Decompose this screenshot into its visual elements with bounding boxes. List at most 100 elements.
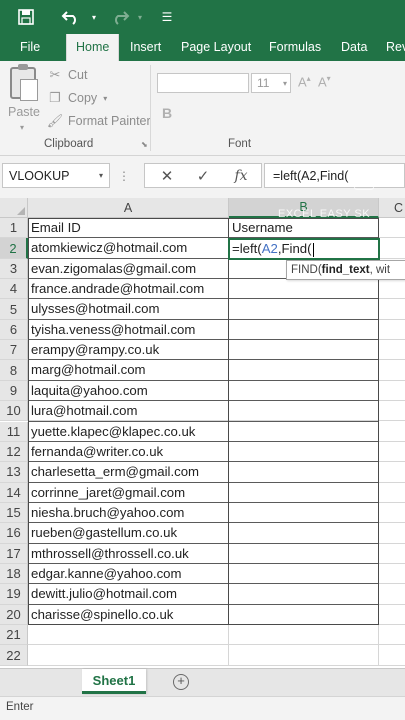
row-header[interactable]: 17 [0,543,28,564]
cell-c-row[interactable] [379,462,405,483]
font-name-field[interactable] [157,73,249,93]
cell-a-row[interactable]: yuette.klapec@klapec.co.uk [28,421,229,442]
row-header[interactable]: 6 [0,319,28,341]
cell-b-row[interactable] [229,279,379,300]
cell-a-row[interactable]: fernanda@writer.co.uk [28,441,229,463]
cell-a-row[interactable]: tyisha.veness@hotmail.com [28,319,229,341]
cell-c-row[interactable] [379,238,405,259]
row-header[interactable]: 16 [0,523,28,544]
paste-dropdown-icon[interactable]: ▾ [20,123,24,132]
formula-input[interactable]: =left(A2,Find( [264,163,405,188]
tab-insert[interactable]: Insert [130,34,161,61]
cell-c-row[interactable] [379,564,405,585]
cell-a-row[interactable]: lura@hotmail.com [28,401,229,422]
row-header[interactable]: 12 [0,441,28,463]
paste-button[interactable]: Paste ▾ [6,64,40,133]
decrease-font-icon[interactable]: A▾ [318,74,331,89]
name-box-dropdown-icon[interactable]: ▾ [99,171,103,180]
cell-a-row[interactable]: corrinne_jaret@gmail.com [28,482,229,503]
tab-home[interactable]: Home [66,34,120,61]
cell-c-row[interactable] [379,483,405,503]
row-header[interactable]: 7 [0,340,28,361]
select-all-button[interactable] [0,198,28,218]
row-header[interactable]: 8 [0,360,28,381]
cell-b-row[interactable] [229,625,379,646]
cell-c-row[interactable] [379,381,405,402]
row-header[interactable]: 3 [0,258,28,280]
cell-a-row[interactable] [28,625,229,646]
cell-a-row[interactable]: charisse@spinello.co.uk [28,604,229,625]
cell-c-row[interactable] [379,442,405,463]
formula-bar-grip-icon[interactable]: ⋮ [118,169,130,183]
cell-b-row[interactable] [229,604,379,625]
row-header[interactable]: 9 [0,380,28,402]
format-painter-button[interactable]: 🖌 Format Painter [46,111,151,131]
cell-c-row[interactable] [379,299,405,320]
redo-icon[interactable] [108,0,132,34]
cell-a-row[interactable]: marg@hotmail.com [28,360,229,381]
cell-b-row[interactable] [229,319,379,341]
column-header-c[interactable]: C [379,198,405,218]
cell-b-row[interactable] [229,523,379,544]
undo-icon[interactable] [58,0,84,34]
tab-file[interactable]: File [20,34,40,61]
cell-a-row[interactable]: erampy@rampy.co.uk [28,340,229,361]
row-header[interactable]: 14 [0,482,28,503]
cell-b-row[interactable]: Username [229,218,379,239]
copy-button[interactable]: ❐ Copy ▾ [46,88,107,108]
active-cell-b2[interactable]: =left(A2,Find( [228,238,380,260]
add-sheet-icon[interactable]: + [173,674,189,690]
row-header[interactable]: 5 [0,299,28,320]
cell-b-row[interactable] [229,421,379,442]
row-header[interactable]: 22 [0,645,28,666]
cell-c-row[interactable] [379,340,405,361]
column-header-a[interactable]: A [28,198,229,218]
cell-b-row[interactable] [229,462,379,483]
cell-c-row[interactable] [379,320,405,341]
customize-quick-access-icon[interactable]: ☰ [158,0,176,34]
insert-function-icon[interactable]: fx [227,164,255,187]
cell-a-row[interactable]: atomkiewicz@hotmail.com [28,238,229,259]
cell-b-row[interactable] [229,482,379,503]
row-header[interactable]: 18 [0,563,28,585]
cell-b-row[interactable] [229,543,379,564]
row-header[interactable]: 13 [0,462,28,483]
font-size-dropdown-icon[interactable]: ▾ [283,79,287,88]
cell-c-row[interactable] [379,523,405,544]
cell-c-row[interactable] [379,605,405,625]
cell-c-row[interactable] [379,401,405,422]
cell-a-row[interactable] [28,645,229,666]
cell-a-row[interactable]: laquita@yahoo.com [28,380,229,402]
row-header[interactable]: 10 [0,401,28,422]
save-icon[interactable] [14,0,38,34]
cell-b-row[interactable] [229,401,379,422]
cell-b-row[interactable] [229,299,379,320]
cell-a-row[interactable]: dewitt.julio@hotmail.com [28,584,229,605]
increase-font-icon[interactable]: A▴ [298,74,311,89]
name-box[interactable]: VLOOKUP ▾ [2,163,110,188]
cell-b-row[interactable] [229,502,379,524]
cell-a-row[interactable]: ulysses@hotmail.com [28,299,229,320]
undo-dropdown-icon[interactable]: ▾ [88,0,100,34]
function-tooltip[interactable]: FIND(find_text, wit [286,260,405,280]
tab-formulas[interactable]: Formulas [269,34,321,61]
row-header[interactable]: 20 [0,604,28,625]
cell-c-row[interactable] [379,584,405,605]
row-header[interactable]: 21 [0,625,28,646]
cell-c-row[interactable] [379,218,405,239]
font-size-field[interactable]: 11 ▾ [251,73,291,93]
cancel-icon[interactable]: ✕ [153,164,181,187]
cut-button[interactable]: ✂ Cut [46,65,88,85]
row-header[interactable]: 2 [0,238,28,259]
tab-review[interactable]: Rev [386,34,405,61]
enter-check-icon[interactable]: ✓ [189,164,217,187]
bold-icon[interactable]: B [162,105,172,121]
tab-data[interactable]: Data [341,34,367,61]
row-header[interactable]: 19 [0,584,28,605]
clipboard-launcher-icon[interactable]: ⬊ [141,140,148,149]
cell-a-row[interactable]: rueben@gastellum.co.uk [28,523,229,544]
cell-c-row[interactable] [379,279,405,300]
redo-dropdown-icon[interactable]: ▾ [134,0,146,34]
cell-c-row[interactable] [379,645,405,666]
row-header[interactable]: 1 [0,218,28,239]
